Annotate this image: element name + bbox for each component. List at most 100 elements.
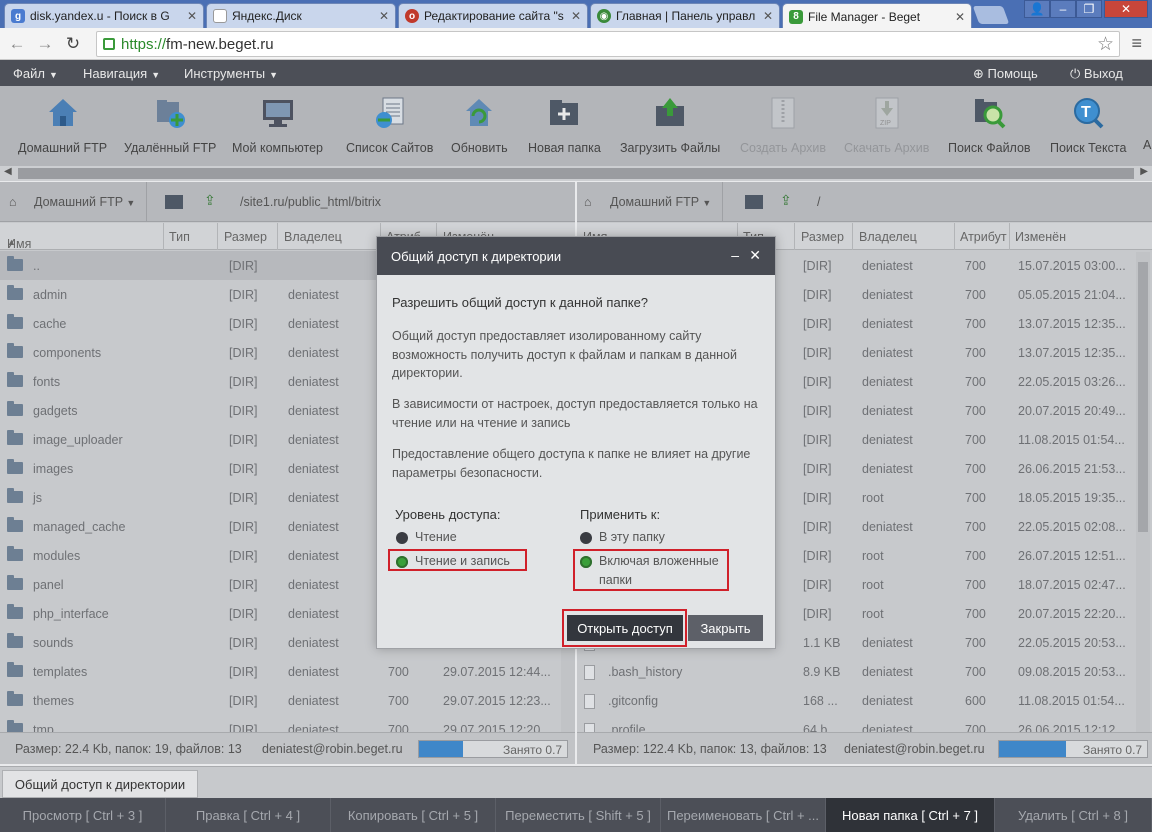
- usage-fill: [999, 741, 1066, 757]
- column-separator[interactable]: [794, 223, 795, 250]
- task-share-directory[interactable]: Общий доступ к директории: [2, 770, 198, 798]
- col-size[interactable]: Размер: [801, 230, 844, 244]
- table-row[interactable]: templates [DIR] deniatest 700 29.07.2015 12:…: [0, 657, 575, 686]
- hotkey-button[interactable]: Просмотр [ Ctrl + 3 ]: [0, 798, 166, 832]
- menu-file[interactable]: Файл ▼: [13, 66, 58, 81]
- scrollbar-thumb[interactable]: [1138, 262, 1148, 532]
- col-attr[interactable]: Атрибут: [960, 230, 1007, 244]
- tool-home-ftp[interactable]: Домашний FTP: [18, 96, 107, 155]
- restore-icon[interactable]: ❐: [1076, 0, 1102, 18]
- location-label: Домашний FTP: [610, 195, 699, 209]
- col-owner[interactable]: Владелец: [284, 230, 342, 244]
- hotkey-button[interactable]: Копировать [ Ctrl + 5 ]: [331, 798, 496, 832]
- home-icon: [48, 99, 77, 126]
- help-link[interactable]: ⊕ Помощь: [973, 66, 1038, 82]
- column-separator[interactable]: [1009, 223, 1010, 250]
- new-tab-button[interactable]: [972, 6, 1010, 24]
- tool-search-files[interactable]: Поиск Файлов: [948, 96, 1031, 155]
- tab-yandex-disk[interactable]: Яндекс.Диск ✕: [206, 3, 396, 28]
- tab-site-edit[interactable]: o Редактирование сайта "s ✕: [398, 3, 588, 28]
- tab-file-manager[interactable]: 8 File Manager - Beget ✕: [782, 3, 972, 29]
- toolbar-scrollbar[interactable]: ◀ ▶: [0, 166, 1152, 181]
- share-directory-dialog: Общий доступ к директории – ✕ Разрешить …: [376, 236, 776, 649]
- tab-google-search[interactable]: g disk.yandex.u - Поиск в G ✕: [4, 3, 204, 28]
- logout-link[interactable]: ⏻ Выход: [1070, 66, 1123, 82]
- hotkey-button[interactable]: Удалить [ Ctrl + 8 ]: [995, 798, 1152, 832]
- col-modified[interactable]: Изменён: [1015, 230, 1066, 244]
- close-button[interactable]: Закрыть: [688, 615, 763, 641]
- forward-arrow-icon[interactable]: →: [34, 34, 56, 54]
- minimize-icon[interactable]: –: [1050, 0, 1076, 18]
- hotkey-button[interactable]: Правка [ Ctrl + 4 ]: [166, 798, 331, 832]
- hotkey-button[interactable]: Переименовать [ Ctrl + ...: [661, 798, 826, 832]
- column-separator[interactable]: [954, 223, 955, 250]
- table-row[interactable]: .gitconfig 168 ... deniatest 600 11.08.2015 …: [577, 686, 1152, 715]
- close-icon[interactable]: ✕: [379, 9, 389, 23]
- column-separator[interactable]: [217, 223, 218, 250]
- highlight-box: [388, 549, 527, 571]
- tool-download-archive[interactable]: ZIP Скачать Архив: [844, 96, 929, 155]
- right-vertical-scrollbar[interactable]: [1136, 252, 1150, 742]
- window-close-icon[interactable]: ✕: [1104, 0, 1148, 18]
- open-access-button[interactable]: Открыть доступ: [567, 615, 683, 641]
- upload-icon[interactable]: ⇪: [780, 192, 792, 209]
- tool-refresh[interactable]: Обновить: [451, 96, 508, 155]
- close-icon[interactable]: ✕: [571, 9, 581, 23]
- upload-icon[interactable]: ⇪: [204, 192, 216, 209]
- scroll-left-icon[interactable]: ◀: [4, 166, 12, 177]
- radio-read-label[interactable]: Чтение: [415, 530, 457, 544]
- folder-icon: [7, 285, 23, 300]
- tool-sites-list[interactable]: Список Сайтов: [346, 96, 433, 155]
- user-icon[interactable]: 👤: [1024, 0, 1050, 18]
- cell-name: panel: [33, 578, 64, 592]
- radio-this-folder[interactable]: [580, 532, 592, 544]
- minimize-icon[interactable]: –: [731, 247, 739, 263]
- browser-menu-icon[interactable]: ≡: [1131, 33, 1142, 54]
- back-arrow-icon[interactable]: ←: [6, 34, 28, 54]
- col-owner[interactable]: Владелец: [859, 230, 917, 244]
- column-separator[interactable]: [277, 223, 278, 250]
- table-row[interactable]: .bash_history 8.9 KB deniatest 700 09.08.201…: [577, 657, 1152, 686]
- tool-new-folder[interactable]: Новая папка: [528, 96, 601, 155]
- drive-icon[interactable]: [745, 195, 763, 209]
- tool-upload-files[interactable]: Загрузить Файлы: [620, 96, 720, 155]
- cell-attr: 700: [965, 288, 986, 302]
- tool-create-archive[interactable]: Создать Архив: [740, 96, 826, 155]
- tool-partial[interactable]: Ар: [1143, 96, 1152, 152]
- folder-icon: [7, 517, 23, 532]
- close-icon[interactable]: ✕: [763, 9, 773, 23]
- cell-name: gadgets: [33, 404, 78, 418]
- close-icon[interactable]: ✕: [955, 10, 965, 24]
- radio-read[interactable]: [396, 532, 408, 544]
- reload-icon[interactable]: ↻: [62, 34, 84, 54]
- current-path[interactable]: /site1.ru/public_html/bitrix: [240, 195, 381, 209]
- close-icon[interactable]: ✕: [749, 247, 761, 264]
- tool-search-text[interactable]: T Поиск Текста: [1050, 96, 1126, 155]
- url-host: fm-new.beget.ru: [166, 35, 274, 53]
- column-separator[interactable]: [163, 223, 164, 250]
- hotkey-button[interactable]: Новая папка [ Ctrl + 7 ]: [826, 798, 995, 832]
- location-dropdown[interactable]: Домашний FTP ▼: [610, 195, 711, 209]
- tab-control-panel[interactable]: ◉ Главная | Панель управл ✕: [590, 3, 780, 28]
- location-dropdown[interactable]: Домашний FTP ▼: [34, 195, 135, 209]
- cell-size: [DIR]: [229, 694, 258, 708]
- tool-my-computer[interactable]: Мой компьютер: [232, 96, 323, 155]
- hotkey-button[interactable]: Переместить [ Shift + 5 ]: [496, 798, 661, 832]
- scroll-right-icon[interactable]: ▶: [1140, 166, 1148, 177]
- cell-modified: 11.08.2015 01:54...: [1018, 433, 1125, 447]
- current-path[interactable]: /: [817, 195, 820, 209]
- menu-tools[interactable]: Инструменты ▼: [184, 66, 278, 81]
- bookmark-star-icon[interactable]: ☆: [1097, 33, 1114, 56]
- column-separator[interactable]: [852, 223, 853, 250]
- close-icon[interactable]: ✕: [187, 9, 197, 23]
- radio-this-folder-label[interactable]: В эту папку: [599, 530, 665, 544]
- scrollbar-thumb[interactable]: [18, 168, 1134, 179]
- url-field[interactable]: https:// fm-new.beget.ru: [96, 31, 1120, 57]
- drive-icon[interactable]: [165, 195, 183, 209]
- col-type[interactable]: Тип: [169, 230, 190, 244]
- col-size[interactable]: Размер: [224, 230, 267, 244]
- tool-remote-ftp[interactable]: Удалённый FTP: [124, 96, 216, 155]
- menu-navigation[interactable]: Навигация ▼: [83, 66, 160, 81]
- table-row[interactable]: themes [DIR] deniatest 700 29.07.2015 12:23.…: [0, 686, 575, 715]
- left-panel-header: ⌂ Домашний FTP ▼ ⇪ /site1.ru/public_html…: [0, 182, 575, 222]
